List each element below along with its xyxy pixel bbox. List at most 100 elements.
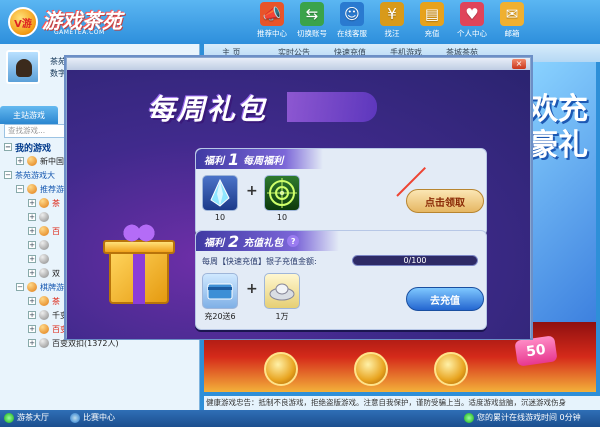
online-time: 您的累计在线游戏时间 0分钟 xyxy=(464,412,581,423)
game-icon xyxy=(39,310,49,320)
modal-body: 每周礼包 福利 1 每周福利 + 10 10 点击领取 福利 2 充值礼包 ? … xyxy=(67,70,530,339)
recharge-progress-bar: 0/100 xyxy=(352,255,478,266)
crystal-count: 10 xyxy=(214,213,226,222)
collapse-icon[interactable]: − xyxy=(16,283,24,291)
game-icon xyxy=(39,240,49,250)
tab-main-games[interactable]: 主站游戏 xyxy=(0,106,58,124)
taskbar-lobby[interactable]: 游茶大厅 xyxy=(4,412,49,423)
top-nav-label: 切换账号 xyxy=(297,29,327,38)
game-icon xyxy=(39,198,49,208)
collapse-icon[interactable]: − xyxy=(4,143,12,151)
welfare-2-number: 2 xyxy=(228,231,240,251)
tree-item-label: 百变双扣(1372人) xyxy=(52,338,119,348)
plus-sign: + xyxy=(246,281,258,297)
taskbar: 游茶大厅 比赛中心 您的累计在线游戏时间 0分钟 xyxy=(0,410,600,427)
card-icon xyxy=(202,273,238,309)
top-nav: 📣 推荐中心 ⇆ 切换账号 ☺ 在线客服 ¥ 找汪 ▤ 充值 ♥ 个人中心 ✉ 邮箱 xyxy=(252,2,532,42)
user-center-icon: ♥ xyxy=(460,2,484,26)
expand-icon[interactable]: + xyxy=(28,269,36,277)
progress-text: 0/100 xyxy=(403,256,427,265)
expand-icon[interactable]: + xyxy=(28,339,36,347)
logo-url: GAMETEA.COM xyxy=(54,29,105,36)
silver-ingot-icon xyxy=(264,273,300,309)
top-nav-label: 在线客服 xyxy=(337,29,367,38)
online-status-icon xyxy=(464,412,474,423)
target-icon xyxy=(264,175,300,211)
welfare-1-prefix: 福利 xyxy=(204,155,224,167)
app-logo: V游 游戏茶苑 GAMETEA.COM xyxy=(8,3,148,39)
weekly-gift-modal: × 每周礼包 福利 1 每周福利 + 10 10 点击领取 福利 2 充值礼包 … xyxy=(66,57,531,339)
top-nav-label: 充值 xyxy=(424,29,440,38)
expand-icon[interactable]: + xyxy=(28,227,36,235)
game-icon xyxy=(27,156,37,166)
health-notice: 健康游戏忠告：抵制不良游戏，拒绝盗版游戏。注意自我保护，谨防受骗上当。适度游戏益… xyxy=(204,396,600,410)
target-count: 10 xyxy=(276,213,288,222)
avatar[interactable] xyxy=(6,50,40,84)
welfare-2-title: 充值礼包 xyxy=(243,237,284,249)
help-icon[interactable]: ? xyxy=(287,235,300,247)
coin-icon xyxy=(354,352,388,386)
find-icon: ¥ xyxy=(380,2,404,26)
welfare-card-2: 福利 2 充值礼包 ? 每周【快速充值】银子充值金额: 0/100 + 充20送… xyxy=(195,230,487,330)
plus-sign: + xyxy=(246,183,258,199)
tree-item-label: 茶 xyxy=(52,296,60,306)
game-icon xyxy=(39,296,49,306)
expand-icon[interactable]: + xyxy=(28,241,36,249)
expand-icon[interactable]: + xyxy=(28,213,36,221)
coin-icon xyxy=(264,352,298,386)
top-nav-item[interactable]: ▤ 充值 xyxy=(412,2,452,42)
top-nav-item[interactable]: ♥ 个人中心 xyxy=(452,2,492,42)
crystal-icon xyxy=(202,175,238,211)
customer-service-icon: ☺ xyxy=(340,2,364,26)
user-box: 茶苑帐号 数字ID 茶 xyxy=(6,50,82,104)
game-icon xyxy=(39,338,49,348)
switch-account-icon: ⇆ xyxy=(300,2,324,26)
modal-heading: 每周礼包 xyxy=(147,93,268,126)
taskbar-match-label: 比赛中心 xyxy=(83,413,115,422)
expand-icon[interactable]: + xyxy=(28,255,36,263)
card-count: 充20送6 xyxy=(204,312,236,321)
taskbar-match-center[interactable]: 比赛中心 xyxy=(70,412,115,423)
game-icon xyxy=(39,324,49,334)
expand-icon[interactable]: + xyxy=(28,311,36,319)
ingot-count: 1万 xyxy=(275,312,289,321)
main-tab-label: 主站游戏 xyxy=(13,110,45,120)
game-icon xyxy=(39,212,49,222)
coin-icon xyxy=(434,352,468,386)
top-nav-item[interactable]: ¥ 找汪 xyxy=(372,2,412,42)
top-nav-item[interactable]: ☺ 在线客服 xyxy=(332,2,372,42)
top-nav-item[interactable]: ⇆ 切换账号 xyxy=(292,2,332,42)
expand-icon[interactable]: + xyxy=(28,199,36,207)
collapse-icon[interactable]: − xyxy=(4,171,12,179)
game-icon xyxy=(39,268,49,278)
gift-ribbon xyxy=(133,250,145,304)
game-icon xyxy=(39,254,49,264)
top-nav-item[interactable]: ✉ 邮箱 xyxy=(492,2,532,42)
tree-item-label: 我的游戏 xyxy=(15,143,52,154)
game-icon xyxy=(39,226,49,236)
welfare-card-1: 福利 1 每周福利 + 10 10 点击领取 xyxy=(195,148,487,236)
gift-bow xyxy=(121,222,157,244)
megaphone-icon: 📣 xyxy=(260,2,284,26)
taskbar-lobby-label: 游茶大厅 xyxy=(17,413,49,422)
top-header: V游 游戏茶苑 GAMETEA.COM 📣 推荐中心 ⇆ 切换账号 ☺ 在线客服 ¥ 找汪 ▤ 充… xyxy=(0,0,600,44)
close-button[interactable]: × xyxy=(512,59,526,69)
tree-item-label: 棋牌游 xyxy=(40,282,64,292)
tree-item-label: 双 xyxy=(52,268,60,278)
tree-item-label: 茶苑游戏大 xyxy=(15,170,55,180)
lobby-icon xyxy=(4,412,14,423)
recharge-button[interactable]: 去充值 xyxy=(406,287,484,311)
welfare-2-prefix: 福利 xyxy=(204,237,224,249)
tree-item-label: 推荐游 xyxy=(40,184,64,194)
top-nav-label: 推荐中心 xyxy=(257,29,287,38)
modal-titlebar[interactable]: × xyxy=(67,58,530,70)
expand-icon[interactable]: + xyxy=(16,157,24,165)
top-nav-item[interactable]: 📣 推荐中心 xyxy=(252,2,292,42)
claim-button[interactable]: 点击领取 xyxy=(406,189,484,213)
expand-icon[interactable]: + xyxy=(28,325,36,333)
banner-title: 欢充 豪礼 xyxy=(528,92,588,163)
match-center-icon xyxy=(70,412,80,423)
collapse-icon[interactable]: − xyxy=(16,185,24,193)
recharge-icon: ▤ xyxy=(420,2,444,26)
expand-icon[interactable]: + xyxy=(28,297,36,305)
